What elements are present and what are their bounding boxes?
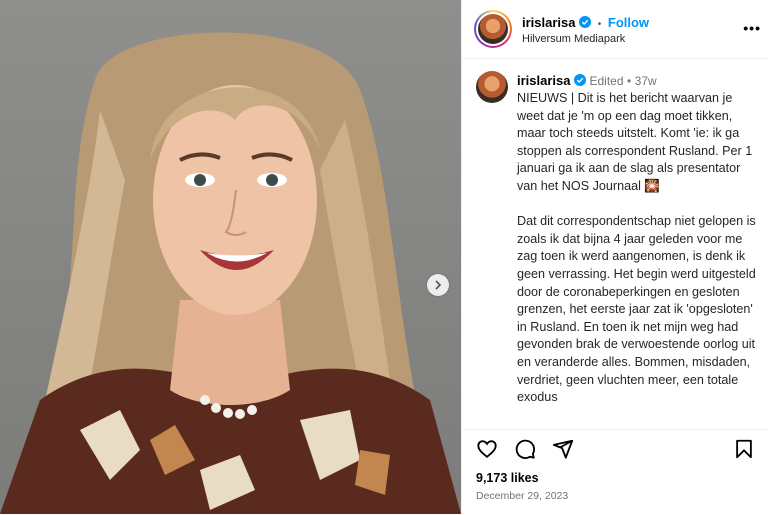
caption-avatar[interactable] [476, 71, 508, 103]
post-photo[interactable] [0, 0, 461, 514]
actions-bar: 9,173 likes December 29, 2023 [462, 429, 768, 515]
share-icon[interactable] [552, 438, 574, 460]
more-options-button[interactable]: ••• [743, 20, 761, 36]
story-ring[interactable] [474, 10, 512, 48]
separator-dot: • [597, 19, 602, 30]
caption-body: NIEUWS | Dit is het bericht waarvan je w… [517, 91, 756, 405]
caption-section: irislarisa Edited • 37w NIEUWS | Dit is … [462, 59, 768, 429]
comment-icon[interactable] [514, 438, 536, 460]
post-header: irislarisa • Follow Hilversum Mediapark … [462, 0, 768, 59]
post-panel: irislarisa • Follow Hilversum Mediapark … [461, 0, 768, 514]
caption-text: NIEUWS | Dit is het bericht waarvan je w… [517, 90, 762, 407]
separator-dot: • [626, 74, 632, 88]
chevron-right-icon [435, 280, 442, 290]
bookmark-icon[interactable] [733, 438, 755, 460]
follow-button[interactable]: Follow [608, 15, 649, 30]
heart-icon[interactable] [476, 438, 498, 460]
verified-badge-icon [573, 74, 586, 86]
emoji: 🎇 [644, 178, 661, 193]
like-count[interactable]: 9,173 likes [476, 471, 539, 485]
portrait-image [0, 32, 461, 514]
next-slide-button[interactable] [427, 274, 449, 296]
location-link[interactable]: Hilversum Mediapark [522, 33, 625, 45]
verified-badge-icon [579, 16, 592, 28]
caption-username[interactable]: irislarisa [517, 73, 571, 88]
edited-label: Edited [589, 74, 624, 88]
post-date[interactable]: December 29, 2023 [476, 490, 568, 502]
avatar [478, 14, 508, 44]
post-age[interactable]: 37w [635, 74, 657, 88]
username-link[interactable]: irislarisa [522, 15, 576, 30]
